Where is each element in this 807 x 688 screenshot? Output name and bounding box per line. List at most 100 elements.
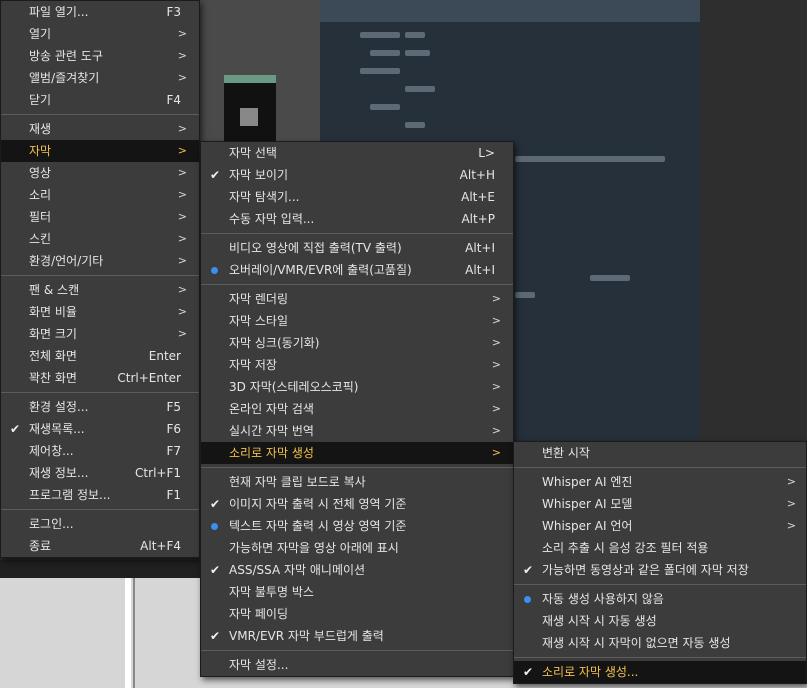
main-menu-item-15[interactable]: 화면 비율 >: [1, 301, 199, 323]
blurred-text: [515, 156, 665, 162]
subtitle-menu-item-20[interactable]: 가능하면 자막을 영상 아래에 표시: [201, 537, 513, 559]
menu-item-label: Whisper AI 모델: [542, 497, 633, 511]
subtitle-menu-item-3[interactable]: 수동 자막 입력... Alt+P: [201, 208, 513, 230]
menu-item-label: 자막 싱크(동기화): [229, 336, 320, 350]
main-menu-item-26[interactable]: 로그인...: [1, 513, 199, 535]
speech-menu-item-0[interactable]: 변환 시작: [514, 442, 806, 464]
menu-item-shortcut: L>: [478, 146, 495, 160]
submenu-arrow-icon: >: [177, 27, 187, 40]
main-menu-item-10[interactable]: 필터 >: [1, 206, 199, 228]
subtitle-menu-item-12[interactable]: 3D 자막(스테레오스코픽) >: [201, 376, 513, 398]
menu-item-shortcut: F7: [166, 444, 181, 458]
submenu-arrow-icon: >: [177, 122, 187, 135]
main-menu-item-0[interactable]: 파일 열기... F3: [1, 1, 199, 23]
main-menu-item-11[interactable]: 스킨 >: [1, 228, 199, 250]
main-menu-item-2[interactable]: 방송 관련 도구 >: [1, 45, 199, 67]
subtitle-menu-item-8[interactable]: 자막 렌더링 >: [201, 288, 513, 310]
subtitle-menu-item-22[interactable]: 자막 불투명 박스: [201, 581, 513, 603]
menu-item-label: Whisper AI 엔진: [542, 475, 633, 489]
subtitle-menu-item-15[interactable]: 소리로 자막 생성 >: [201, 442, 513, 464]
subtitle-menu-item-21[interactable]: ✔ ASS/SSA 자막 애니메이션: [201, 559, 513, 581]
menu-item-label: 자막 저장: [229, 358, 277, 372]
menu-separator: [1, 114, 199, 115]
speech-menu-item-4[interactable]: Whisper AI 언어 >: [514, 515, 806, 537]
menu-item-label: 실시간 자막 번역: [229, 424, 314, 438]
menu-item-label: 방송 관련 도구: [29, 49, 103, 63]
main-menu-item-20[interactable]: 환경 설정... F5: [1, 396, 199, 418]
main-menu-item-16[interactable]: 화면 크기 >: [1, 323, 199, 345]
speech-menu-item-12[interactable]: ✔ 소리로 자막 생성...: [514, 661, 806, 683]
main-menu-item-22[interactable]: 제어창... F7: [1, 440, 199, 462]
menu-item-label: 영상: [29, 166, 52, 180]
subtitle-menu-item-19[interactable]: 텍스트 자막 출력 시 영상 영역 기준: [201, 515, 513, 537]
speech-to-subtitle-submenu: 변환 시작 Whisper AI 엔진 > Whisper AI 모델 > Whisper…: [513, 441, 807, 684]
main-menu-item-21[interactable]: ✔ 재생목록... F6: [1, 418, 199, 440]
main-menu-item-3[interactable]: 앨범/즐겨찾기 >: [1, 67, 199, 89]
submenu-arrow-icon: >: [786, 475, 796, 488]
subtitle-menu-item-9[interactable]: 자막 스타일 >: [201, 310, 513, 332]
subtitle-menu-item-14[interactable]: 실시간 자막 번역 >: [201, 420, 513, 442]
menu-item-label: 자막: [29, 144, 52, 158]
menu-item-label: 재생 시작 시 자동 생성: [542, 614, 657, 628]
submenu-arrow-icon: >: [491, 380, 501, 393]
menu-item-label: 변환 시작: [542, 446, 590, 460]
submenu-arrow-icon: >: [491, 424, 501, 437]
submenu-arrow-icon: >: [177, 232, 187, 245]
speech-menu-item-3[interactable]: Whisper AI 모델 >: [514, 493, 806, 515]
subtitle-menu-item-18[interactable]: ✔ 이미지 자막 출력 시 전체 영역 기준: [201, 493, 513, 515]
submenu-arrow-icon: >: [177, 188, 187, 201]
menu-item-label: 로그인...: [29, 517, 74, 531]
subtitle-menu-item-26[interactable]: 자막 설정...: [201, 654, 513, 676]
subtitle-menu-item-11[interactable]: 자막 저장 >: [201, 354, 513, 376]
menu-item-label: 온라인 자막 검색: [229, 402, 314, 416]
main-menu-item-7[interactable]: 자막 >: [1, 140, 199, 162]
subtitle-menu-item-10[interactable]: 자막 싱크(동기화) >: [201, 332, 513, 354]
main-menu-item-14[interactable]: 팬 & 스캔 >: [1, 279, 199, 301]
speech-menu-item-10[interactable]: 재생 시작 시 자막이 없으면 자동 생성: [514, 632, 806, 654]
menu-item-label: 자막 탐색기...: [229, 190, 300, 204]
menu-item-label: 자막 페이딩: [229, 607, 289, 621]
speech-menu-item-5[interactable]: 소리 추출 시 음성 강조 필터 적용: [514, 537, 806, 559]
menu-separator: [201, 284, 513, 285]
menu-separator: [201, 650, 513, 651]
subtitle-menu-item-6[interactable]: 오버레이/VMR/EVR에 출력(고품질) Alt+I: [201, 259, 513, 281]
menu-item-label: 비디오 영상에 직접 출력(TV 출력): [229, 241, 402, 255]
subtitle-menu-item-17[interactable]: 현재 자막 클립 보드로 복사: [201, 471, 513, 493]
speech-menu-item-9[interactable]: 재생 시작 시 자동 생성: [514, 610, 806, 632]
menu-item-shortcut: F3: [166, 5, 181, 19]
subtitle-menu-item-0[interactable]: 자막 선택 L>: [201, 142, 513, 164]
main-menu-item-1[interactable]: 열기 >: [1, 23, 199, 45]
main-menu-item-17[interactable]: 전체 화면 Enter: [1, 345, 199, 367]
radio-selected-icon: [211, 523, 218, 530]
menu-item-label: 재생: [29, 122, 52, 136]
main-menu-item-8[interactable]: 영상 >: [1, 162, 199, 184]
menu-item-label: 자동 생성 사용하지 않음: [542, 592, 664, 606]
subtitle-menu-item-1[interactable]: ✔ 자막 보이기 Alt+H: [201, 164, 513, 186]
submenu-arrow-icon: >: [177, 305, 187, 318]
menu-item-label: 자막 렌더링: [229, 292, 289, 306]
subtitle-menu-item-24[interactable]: ✔ VMR/EVR 자막 부드럽게 출력: [201, 625, 513, 647]
main-menu-item-24[interactable]: 프로그램 정보... F1: [1, 484, 199, 506]
speech-menu-item-2[interactable]: Whisper AI 엔진 >: [514, 471, 806, 493]
main-menu-item-12[interactable]: 환경/언어/기타 >: [1, 250, 199, 272]
submenu-arrow-icon: >: [177, 254, 187, 267]
menu-separator: [514, 657, 806, 658]
menu-separator: [514, 584, 806, 585]
submenu-arrow-icon: >: [491, 336, 501, 349]
subtitle-menu-item-13[interactable]: 온라인 자막 검색 >: [201, 398, 513, 420]
subtitle-menu-item-23[interactable]: 자막 페이딩: [201, 603, 513, 625]
main-menu-item-23[interactable]: 재생 정보... Ctrl+F1: [1, 462, 199, 484]
menu-item-label: 자막 보이기: [229, 168, 289, 182]
menu-item-label: 자막 불투명 박스: [229, 585, 314, 599]
menu-item-label: 오버레이/VMR/EVR에 출력(고품질): [229, 263, 412, 277]
subtitle-submenu: 자막 선택 L> ✔ 자막 보이기 Alt+H 자막 탐색기... Alt+E 수동 자막 입…: [200, 141, 514, 677]
main-menu-item-18[interactable]: 꽉찬 화면 Ctrl+Enter: [1, 367, 199, 389]
main-menu-item-27[interactable]: 종료 Alt+F4: [1, 535, 199, 557]
subtitle-menu-item-2[interactable]: 자막 탐색기... Alt+E: [201, 186, 513, 208]
main-menu-item-9[interactable]: 소리 >: [1, 184, 199, 206]
subtitle-menu-item-5[interactable]: 비디오 영상에 직접 출력(TV 출력) Alt+I: [201, 237, 513, 259]
speech-menu-item-6[interactable]: ✔ 가능하면 동영상과 같은 폴더에 자막 저장: [514, 559, 806, 581]
main-menu-item-6[interactable]: 재생 >: [1, 118, 199, 140]
main-menu-item-4[interactable]: 닫기 F4: [1, 89, 199, 111]
speech-menu-item-8[interactable]: 자동 생성 사용하지 않음: [514, 588, 806, 610]
